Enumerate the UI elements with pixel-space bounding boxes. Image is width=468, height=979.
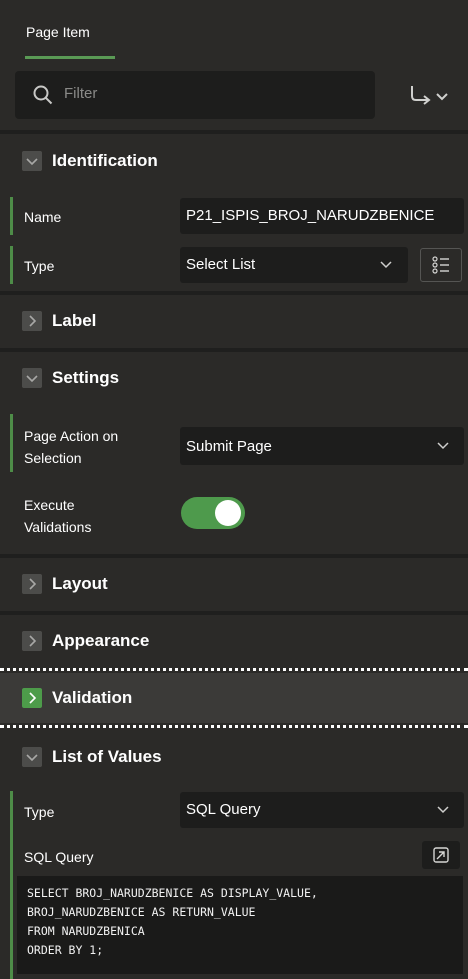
chevron-right-icon: [22, 574, 42, 594]
active-tab-indicator: [25, 56, 115, 59]
section-lov-header[interactable]: List of Values: [0, 732, 468, 782]
section-divider: [0, 611, 468, 615]
lov-type-select[interactable]: SQL Query: [180, 792, 464, 828]
section-appearance-header[interactable]: Appearance: [0, 616, 468, 666]
page-action-label-2: Selection: [24, 450, 82, 466]
chevron-right-icon: [22, 688, 42, 708]
go-to-group-icon[interactable]: [408, 82, 456, 110]
expand-code-editor-button[interactable]: [422, 841, 460, 869]
search-icon: [33, 85, 53, 105]
page-action-label: Page Action on: [24, 428, 119, 444]
section-validation-header[interactable]: Validation: [0, 673, 468, 723]
section-title: Label: [52, 311, 97, 330]
filter-search-box[interactable]: [15, 71, 375, 119]
name-label: Name: [24, 209, 62, 225]
chevron-down-icon: [437, 806, 449, 814]
section-divider: [0, 130, 468, 134]
sql-query-label: SQL Query: [24, 849, 94, 865]
chevron-down-icon: [380, 261, 392, 269]
drop-indicator: [0, 668, 468, 671]
chevron-right-icon: [22, 311, 42, 331]
chevron-down-icon: [22, 151, 42, 171]
section-divider: [0, 291, 468, 295]
required-indicator: [10, 414, 13, 472]
code-line: BROJ_NARUDZBENICE AS RETURN_VALUE: [27, 905, 256, 919]
section-layout-header[interactable]: Layout: [0, 559, 468, 609]
section-label-header[interactable]: Label: [0, 296, 468, 346]
toggle-knob: [215, 500, 241, 526]
section-divider: [0, 554, 468, 558]
type-label: Type: [24, 258, 55, 274]
required-indicator: [10, 197, 13, 235]
tab-page-item[interactable]: Page Item: [26, 24, 90, 40]
section-settings-header[interactable]: Settings: [0, 353, 468, 403]
code-line: ORDER BY 1;: [27, 943, 104, 957]
section-title: Layout: [52, 574, 108, 593]
chevron-right-icon: [22, 631, 42, 651]
drop-indicator: [0, 725, 468, 728]
list-icon: [432, 256, 449, 274]
section-title: Appearance: [52, 631, 150, 650]
section-title: Validation: [52, 688, 133, 707]
required-indicator: [10, 791, 13, 979]
execute-validations-label-2: Validations: [24, 519, 92, 535]
code-line: FROM NARUDZBENICA: [27, 924, 145, 938]
section-divider: [0, 348, 468, 352]
execute-validations-toggle[interactable]: [181, 497, 245, 529]
execute-validations-label: Execute: [24, 497, 75, 513]
lov-type-label: Type: [24, 804, 55, 820]
required-indicator: [10, 246, 13, 284]
chevron-down-icon: [22, 368, 42, 388]
type-select[interactable]: Select List: [180, 247, 408, 283]
tab-bar: Page Item: [0, 0, 468, 64]
page-action-select[interactable]: Submit Page: [180, 427, 464, 465]
expand-icon: [433, 847, 449, 863]
chevron-down-icon: [22, 747, 42, 767]
section-title: Settings: [52, 368, 120, 387]
section-title: List of Values: [52, 747, 162, 766]
sql-code-editor[interactable]: SELECT BROJ_NARUDZBENICE AS DISPLAY_VALU…: [17, 876, 463, 974]
code-line: SELECT BROJ_NARUDZBENICE AS DISPLAY_VALU…: [27, 886, 318, 900]
name-field[interactable]: P21_ISPIS_BROJ_NARUDZBENICE: [180, 198, 464, 234]
section-identification-header[interactable]: Identification: [0, 136, 468, 186]
list-details-button[interactable]: [420, 248, 462, 282]
chevron-down-icon: [437, 442, 449, 450]
filter-input[interactable]: [64, 85, 314, 102]
section-title: Identification: [52, 151, 158, 170]
